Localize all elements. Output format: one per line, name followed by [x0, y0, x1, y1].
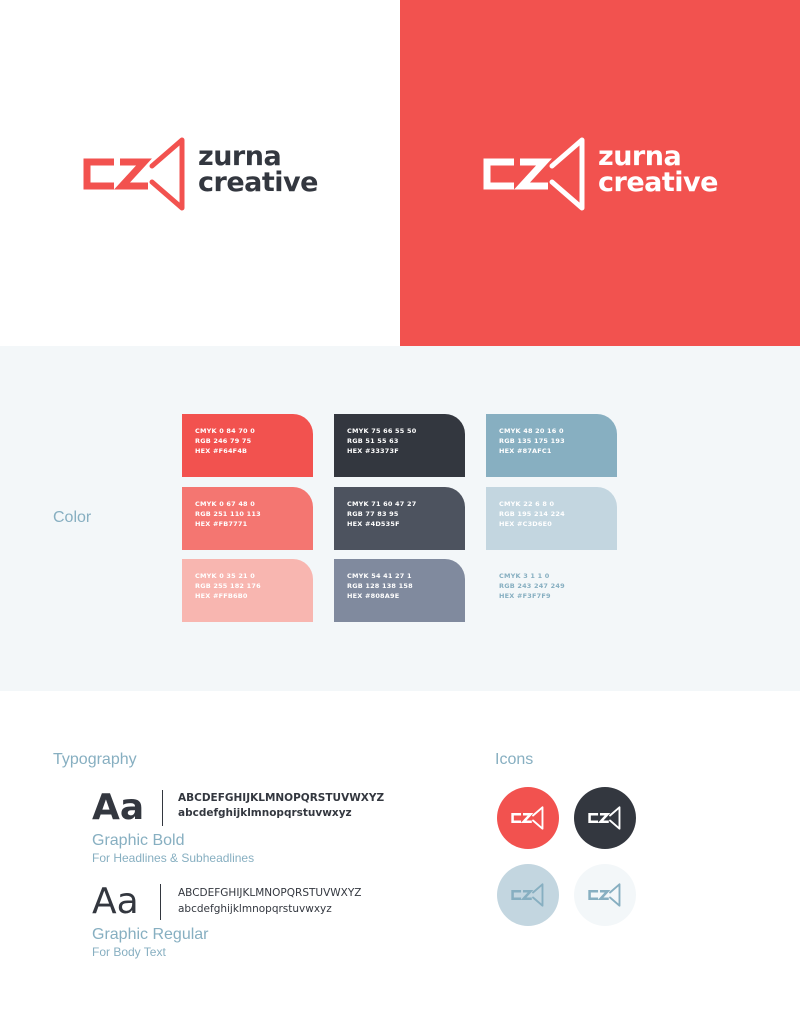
wordmark-line2: creative — [598, 167, 718, 198]
color-section-title: Color — [53, 509, 92, 526]
swatch-rgb: RGB 255 182 176 — [195, 582, 261, 590]
swatch-hex: HEX #808A9E — [347, 592, 400, 600]
swatch-cmyk: CMYK 3 1 1 0 — [499, 572, 550, 580]
typography-section-title: Typography — [53, 751, 137, 768]
wordmark-line2: creative — [198, 167, 318, 198]
app-icon-off-white — [574, 864, 636, 926]
cz-megaphone-icon — [588, 806, 621, 830]
swatch-hex: HEX #FFB6B0 — [195, 592, 248, 600]
swatch-hex: HEX #4D535F — [347, 520, 400, 528]
swatch-cmyk: CMYK 71 60 47 27 — [347, 500, 417, 508]
swatch-cmyk: CMYK 0 84 70 0 — [195, 427, 255, 435]
font-sample-bold: Aa — [92, 787, 145, 828]
swatch-cmyk: CMYK 0 35 21 0 — [195, 572, 255, 580]
color-swatch-dark: CMYK 75 66 55 50 RGB 51 55 63 HEX #33373… — [334, 414, 465, 477]
brand-wordmark-reversed: zurna creative — [598, 143, 718, 198]
color-swatch-red-lighter: CMYK 0 35 21 0 RGB 255 182 176 HEX #FFB6… — [182, 559, 313, 622]
swatch-rgb: RGB 135 175 193 — [499, 437, 565, 445]
swatch-cmyk: CMYK 75 66 55 50 — [347, 427, 417, 435]
font-name-bold: Graphic Bold — [92, 832, 185, 849]
swatch-rgb: RGB 251 110 113 — [195, 510, 261, 518]
swatch-hex: HEX #F64F4B — [195, 447, 248, 455]
cz-megaphone-logo-icon — [483, 137, 585, 211]
cz-megaphone-icon — [588, 883, 621, 907]
swatch-rgb: RGB 195 214 224 — [499, 510, 565, 518]
color-swatch-red: CMYK 0 84 70 0 RGB 246 79 75 HEX #F64F4B — [182, 414, 313, 477]
color-section: Color CMYK 0 84 70 0 RGB 246 79 75 HEX #… — [0, 346, 800, 691]
app-icon-dark — [574, 787, 636, 849]
brand-wordmark: zurna creative — [198, 143, 318, 198]
divider — [162, 790, 163, 826]
cz-megaphone-logo-icon — [83, 137, 185, 211]
font-sample-regular: Aa — [92, 881, 139, 922]
swatch-cmyk: CMYK 54 41 27 1 — [347, 572, 412, 580]
brand-logo: zurna creative — [82, 136, 342, 212]
swatch-rgb: RGB 51 55 63 — [347, 437, 399, 445]
swatch-cmyk: CMYK 48 20 16 0 — [499, 427, 564, 435]
divider — [160, 884, 161, 920]
swatch-cmyk: CMYK 22 6 8 0 — [499, 500, 555, 508]
brand-logo-reversed: zurna creative — [482, 136, 742, 212]
font-name-regular: Graphic Regular — [92, 926, 209, 943]
app-icon-light-blue — [497, 864, 559, 926]
font-lowercase-regular: abcdefghijklmnopqrstuvwxyz — [178, 903, 332, 915]
swatch-hex: HEX #87AFC1 — [499, 447, 552, 455]
font-uppercase-regular: ABCDEFGHIJKLMNOPQRSTUVWXYZ — [178, 887, 362, 899]
cz-megaphone-icon — [511, 883, 544, 907]
color-swatch-off-white: CMYK 3 1 1 0 RGB 243 247 249 HEX #F3F7F9 — [486, 559, 617, 622]
logo-panel-light: zurna creative — [0, 0, 400, 346]
swatch-hex: HEX #33373F — [347, 447, 399, 455]
app-icon-red — [497, 787, 559, 849]
font-usage-bold: For Headlines & Subheadlines — [92, 851, 255, 865]
color-swatch-slate: CMYK 54 41 27 1 RGB 128 138 158 HEX #808… — [334, 559, 465, 622]
logo-panel-red: zurna creative — [400, 0, 800, 346]
swatch-rgb: RGB 77 83 95 — [347, 510, 399, 518]
font-lowercase-bold: abcdefghijklmnopqrstuvwxyz — [178, 807, 352, 819]
color-swatch-red-light: CMYK 0 67 48 0 RGB 251 110 113 HEX #FB77… — [182, 487, 313, 550]
swatch-hex: HEX #FB7771 — [195, 520, 248, 528]
color-swatch-dark-mid: CMYK 71 60 47 27 RGB 77 83 95 HEX #4D535… — [334, 487, 465, 550]
swatch-hex: HEX #C3D6E0 — [499, 520, 552, 528]
font-uppercase-bold: ABCDEFGHIJKLMNOPQRSTUVWXYZ — [178, 792, 385, 804]
font-usage-regular: For Body Text — [92, 945, 166, 959]
swatch-rgb: RGB 128 138 158 — [347, 582, 413, 590]
swatch-hex: HEX #F3F7F9 — [499, 592, 551, 600]
swatch-cmyk: CMYK 0 67 48 0 — [195, 500, 255, 508]
cz-megaphone-icon — [511, 806, 544, 830]
color-swatch-blue-light: CMYK 22 6 8 0 RGB 195 214 224 HEX #C3D6E… — [486, 487, 617, 550]
icons-section-title: Icons — [495, 751, 534, 768]
swatch-rgb: RGB 246 79 75 — [195, 437, 252, 445]
color-swatch-blue: CMYK 48 20 16 0 RGB 135 175 193 HEX #87A… — [486, 414, 617, 477]
swatch-rgb: RGB 243 247 249 — [499, 582, 565, 590]
